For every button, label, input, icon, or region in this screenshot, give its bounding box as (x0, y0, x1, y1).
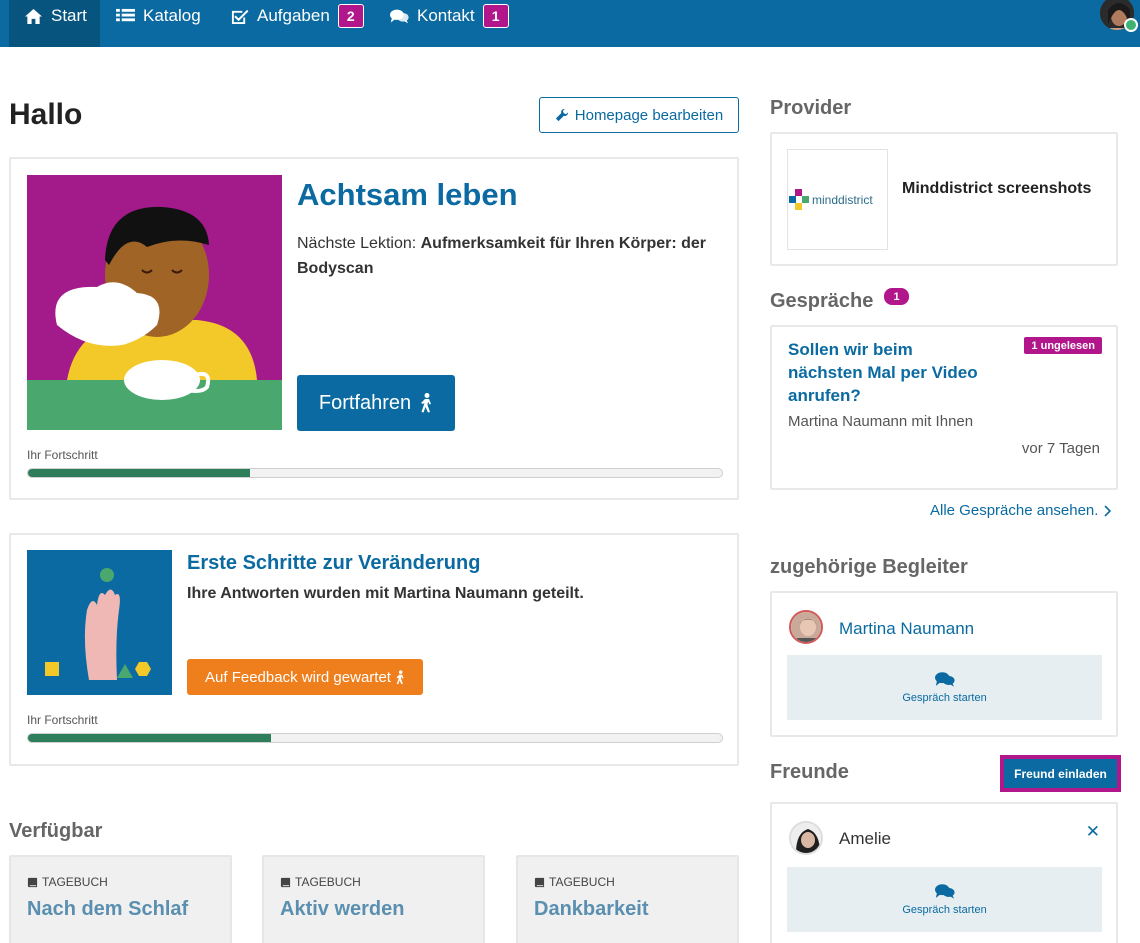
book-icon (534, 877, 545, 887)
progress-label: Ihr Fortschritt (27, 448, 98, 462)
top-navbar: Start Katalog Aufgaben 2 Kontakt 1 (0, 0, 1140, 47)
conversations-heading: Gespräche (770, 290, 874, 312)
course-illustration (27, 175, 282, 430)
invite-friend-button[interactable]: Freund einladen (1000, 755, 1121, 792)
provider-name: Minddistrict screenshots (902, 180, 1092, 197)
wrench-icon (555, 108, 568, 122)
diary-title: Dankbarkeit (534, 898, 649, 920)
checkbox-icon (231, 9, 249, 25)
course-title[interactable]: Erste Schritte zur Veränderung (187, 552, 480, 575)
available-heading: Verfügbar (9, 820, 103, 842)
next-lesson-text: Nächste Lektion: Aufmerksamkeit für Ihre… (297, 235, 707, 277)
walking-icon (421, 393, 432, 413)
person-photo-icon (791, 823, 821, 853)
nav-start[interactable]: Start (9, 0, 100, 47)
home-icon (25, 8, 42, 25)
chat-icon (390, 9, 409, 24)
awaiting-feedback-button[interactable]: Auf Feedback wird gewartet (187, 659, 423, 695)
progress-label: Ihr Fortschritt (27, 713, 98, 727)
conversation-time: vor 7 Tagen (1021, 440, 1100, 457)
conversations-count-badge: 1 (884, 288, 909, 305)
list-icon (116, 8, 135, 22)
progress-fill (28, 734, 271, 742)
conversation-participants: Martina Naumann mit Ihnen (788, 413, 974, 430)
course-card-erste-schritte: Erste Schritte zur Veränderung Ihre Antw… (9, 533, 739, 766)
diary-title: Aktiv werden (280, 898, 405, 920)
companion-card: Martina Naumann Gespräch starten (770, 591, 1118, 737)
edit-homepage-button[interactable]: Homepage bearbeiten (539, 97, 739, 133)
provider-heading: Provider (770, 97, 852, 119)
chevron-right-icon (1104, 504, 1112, 517)
conversation-title[interactable]: Sollen wir beim nächsten Mal per Video a… (788, 338, 978, 407)
continue-button[interactable]: Fortfahren (297, 375, 455, 431)
progress-fill (28, 469, 251, 477)
diary-card[interactable]: TAGEBUCH Dankbarkeit (516, 855, 739, 943)
provider-card: minddistrict Minddistrict screenshots (770, 132, 1118, 266)
friends-heading: Freunde (770, 761, 849, 783)
start-conversation-button[interactable]: Gespräch starten (787, 655, 1102, 720)
friend-name: Amelie (839, 829, 891, 848)
unread-badge: 1 ungelesen (1024, 337, 1102, 354)
companion-avatar (789, 610, 823, 644)
contact-count-badge: 1 (482, 4, 509, 28)
progress-bar (27, 468, 723, 478)
companion-name[interactable]: Martina Naumann (839, 619, 974, 639)
shared-info-text: Ihre Antworten wurden mit Martina Nauman… (187, 585, 584, 602)
diary-card[interactable]: TAGEBUCH Nach dem Schlaf (9, 855, 232, 943)
all-conversations-link[interactable]: Alle Gespräche ansehen. (930, 502, 1112, 519)
course-illustration (27, 550, 172, 695)
tasks-count-badge: 2 (337, 4, 364, 28)
course-card-achtsam: Achtsam leben Nächste Lektion: Aufmerksa… (9, 157, 739, 500)
diary-title: Nach dem Schlaf (27, 898, 189, 920)
conversation-card[interactable]: Sollen wir beim nächsten Mal per Video a… (770, 325, 1118, 490)
start-conversation-button[interactable]: Gespräch starten (787, 867, 1102, 932)
chat-icon (934, 672, 955, 687)
course-title[interactable]: Achtsam leben (297, 177, 518, 213)
companions-heading: zugehörige Begleiter (770, 556, 968, 578)
provider-logo: minddistrict (787, 149, 888, 250)
page-title: Hallo (9, 98, 83, 131)
book-icon (280, 877, 291, 887)
chat-icon (934, 884, 955, 899)
friend-avatar (789, 821, 823, 855)
visibility-eye-icon (1124, 18, 1138, 32)
remove-friend-icon[interactable]: ✕ (1086, 822, 1100, 842)
nav-katalog[interactable]: Katalog (116, 0, 201, 47)
nav-kontakt[interactable]: Kontakt 1 (390, 0, 509, 47)
progress-bar (27, 733, 723, 743)
friend-card: Amelie ✕ Gespräch starten (770, 802, 1118, 943)
book-icon (27, 877, 38, 887)
nav-aufgaben[interactable]: Aufgaben 2 (230, 0, 364, 47)
diary-card[interactable]: TAGEBUCH Aktiv werden (262, 855, 485, 943)
walking-icon (396, 669, 404, 684)
minddistrict-logo-icon (789, 188, 809, 210)
person-photo-icon (791, 612, 821, 642)
